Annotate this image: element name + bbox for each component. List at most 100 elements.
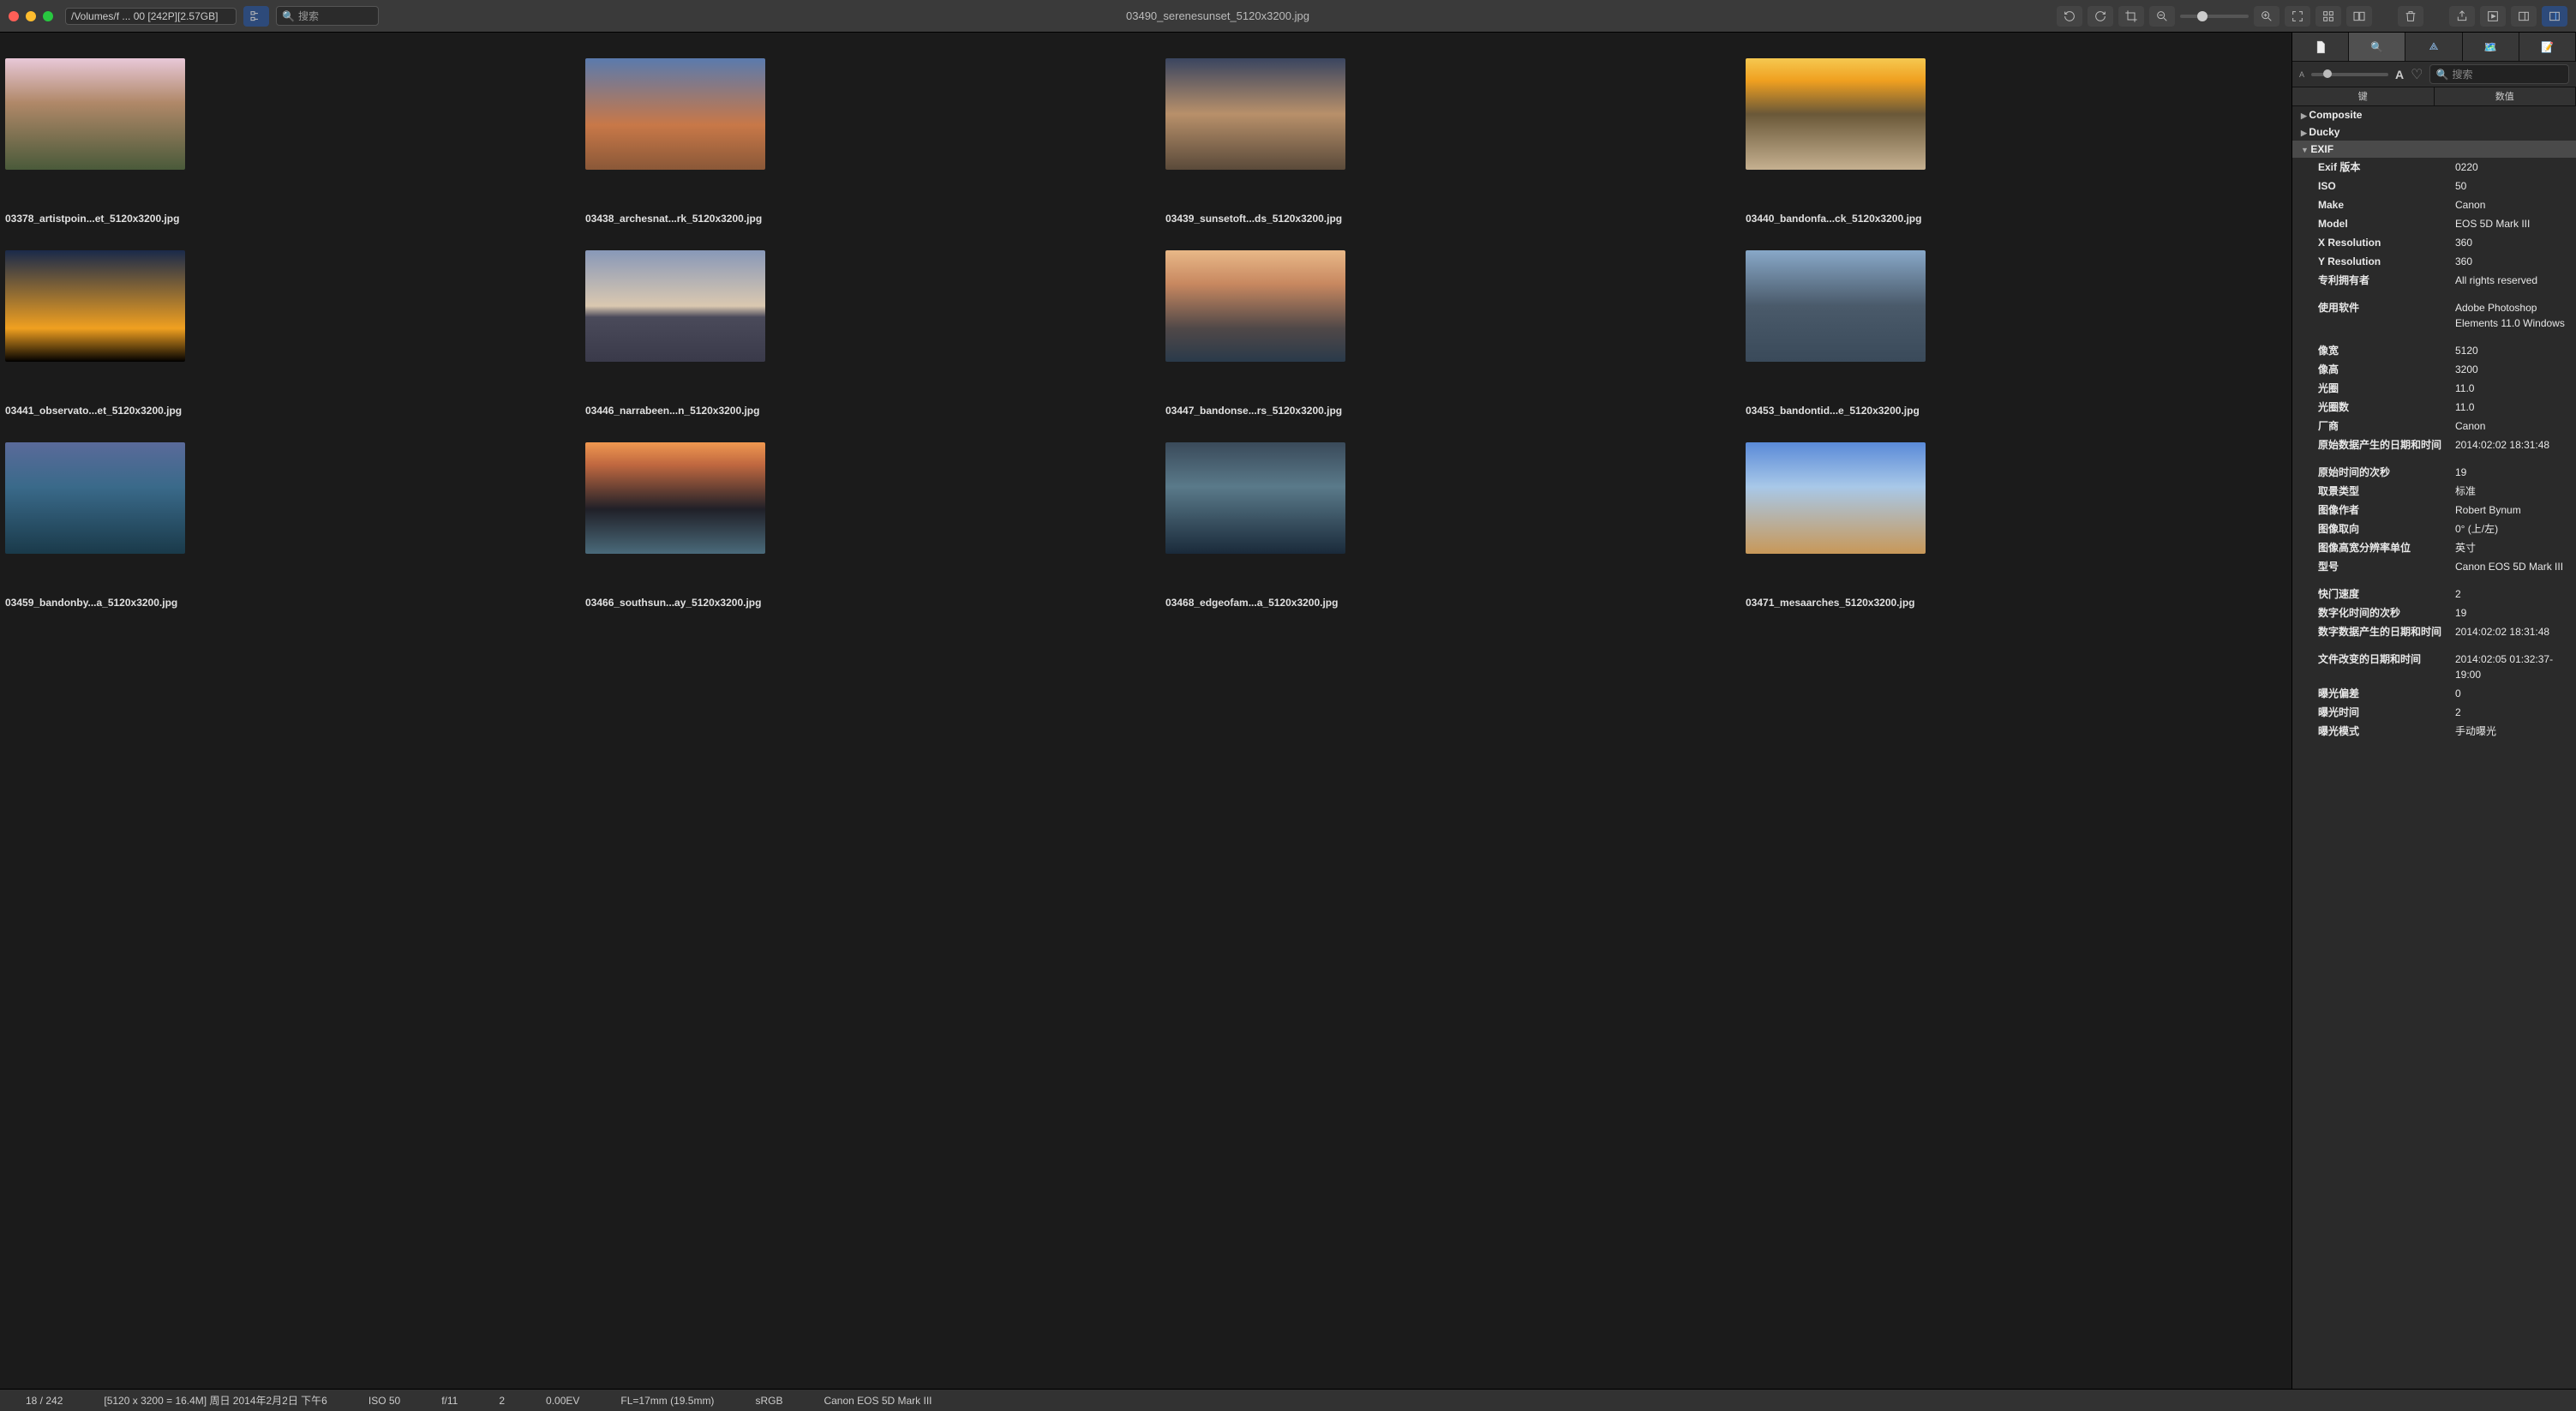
exif-row[interactable]: X Resolution360 <box>2292 233 2576 252</box>
thumbnail-cell[interactable]: 03441_observato...et_5120x3200.jpg <box>5 250 551 417</box>
rotate-ccw-button[interactable] <box>2057 6 2082 27</box>
grid-view-button[interactable] <box>2315 6 2341 27</box>
exif-row[interactable]: Y Resolution360 <box>2292 252 2576 271</box>
path-display[interactable]: /Volumes/f ... 00 [242P][2.57GB] <box>65 8 237 25</box>
exif-row[interactable]: 原始数据产生的日期和时间2014:02:02 18:31:48 <box>2292 435 2576 454</box>
inspector-toggle-button[interactable] <box>2542 6 2567 27</box>
exif-row[interactable]: 专利拥有者All rights reserved <box>2292 271 2576 290</box>
exif-row[interactable]: MakeCanon <box>2292 195 2576 214</box>
zoom-out-button[interactable] <box>2149 6 2175 27</box>
exif-row[interactable]: 快门速度2 <box>2292 585 2576 603</box>
thumbnail-cell[interactable]: 03438_archesnat...rk_5120x3200.jpg <box>585 58 1131 225</box>
exif-row[interactable]: 图像作者Robert Bynum <box>2292 501 2576 519</box>
current-filename: 03490_serenesunset_5120x3200.jpg <box>386 9 2050 22</box>
thumbnail-grid-area[interactable]: 03378_artistpoin...et_5120x3200.jpg 03438… <box>0 33 2291 1389</box>
section-ducky[interactable]: Ducky <box>2292 123 2576 141</box>
status-shutter: 2 <box>499 1395 505 1407</box>
favorite-toggle[interactable]: ♡ <box>2411 66 2423 83</box>
thumbnail-caption: 03438_archesnat...rk_5120x3200.jpg <box>585 213 1131 225</box>
thumbnail-image[interactable] <box>1746 442 1926 554</box>
thumbnail-cell[interactable]: 03459_bandonby...a_5120x3200.jpg <box>5 442 551 609</box>
exif-row[interactable]: 使用软件Adobe Photoshop Elements 11.0 Window… <box>2292 298 2576 333</box>
inspector-tab-file[interactable] <box>2292 33 2349 61</box>
thumbnail-image[interactable] <box>5 442 185 554</box>
font-size-large-label: A <box>2395 68 2404 81</box>
thumbnail-image[interactable] <box>585 58 765 170</box>
thumbnail-image[interactable] <box>1165 58 1345 170</box>
crop-button[interactable] <box>2118 6 2144 27</box>
thumbnail-image[interactable] <box>585 250 765 362</box>
exif-row[interactable]: ModelEOS 5D Mark III <box>2292 214 2576 233</box>
exif-row[interactable]: 曝光模式手动曝光 <box>2292 722 2576 741</box>
fit-button[interactable] <box>2285 6 2310 27</box>
exif-key: 使用软件 <box>2318 300 2455 331</box>
exif-row[interactable]: 图像取向0° (上/左) <box>2292 519 2576 538</box>
exif-key: 快门速度 <box>2318 586 2455 602</box>
zoom-slider-knob[interactable] <box>2197 11 2208 21</box>
thumbnail-image[interactable] <box>1746 250 1926 362</box>
thumbnail-cell[interactable]: 03466_southsun...ay_5120x3200.jpg <box>585 442 1131 609</box>
inspector-rows[interactable]: Composite Ducky EXIF Exif 版本0220ISO50Mak… <box>2292 106 2576 1389</box>
toolbar-search[interactable]: 🔍 搜索 <box>276 6 379 26</box>
thumbnail-cell[interactable]: 03439_sunsetoft...ds_5120x3200.jpg <box>1165 58 1711 225</box>
exif-row[interactable]: 取景类型标准 <box>2292 482 2576 501</box>
inspector-panel: 🔍 ⟁ 🗺️ 📝 A A ♡ 🔍 搜索 键 数值 <box>2291 33 2576 1389</box>
thumbnail-caption: 03453_bandontid...e_5120x3200.jpg <box>1746 405 2291 417</box>
inspector-tab-edit[interactable]: 📝 <box>2519 33 2576 61</box>
sidebar-toggle-button[interactable] <box>2511 6 2537 27</box>
exif-row[interactable]: 型号Canon EOS 5D Mark III <box>2292 557 2576 576</box>
thumbnail-cell[interactable]: 03378_artistpoin...et_5120x3200.jpg <box>5 58 551 225</box>
exif-row[interactable]: ISO50 <box>2292 177 2576 195</box>
exif-row[interactable]: 光圈数11.0 <box>2292 398 2576 417</box>
thumbnail-image[interactable] <box>1165 250 1345 362</box>
exif-row[interactable]: 像高3200 <box>2292 360 2576 379</box>
rotate-cw-button[interactable] <box>2088 6 2113 27</box>
exif-row[interactable]: 光圈11.0 <box>2292 379 2576 398</box>
exif-row[interactable]: 曝光偏差0 <box>2292 684 2576 703</box>
zoom-in-button[interactable] <box>2254 6 2279 27</box>
compare-button[interactable] <box>2346 6 2372 27</box>
inspector-search[interactable]: 🔍 搜索 <box>2429 64 2569 84</box>
font-size-knob[interactable] <box>2323 69 2332 78</box>
thumbnail-cell[interactable]: 03453_bandontid...e_5120x3200.jpg <box>1746 250 2291 417</box>
thumbnail-image[interactable] <box>585 442 765 554</box>
exif-row[interactable]: 文件改变的日期和时间2014:02:05 01:32:37-19:00 <box>2292 650 2576 684</box>
zoom-window-button[interactable] <box>43 11 53 21</box>
inspector-tab-map[interactable]: 🗺️ <box>2463 33 2519 61</box>
exif-row[interactable]: 图像高宽分辨率单位英寸 <box>2292 538 2576 557</box>
thumbnail-cell[interactable]: 03468_edgeofam...a_5120x3200.jpg <box>1165 442 1711 609</box>
thumbnail-image[interactable] <box>5 250 185 362</box>
exif-row[interactable]: 原始时间的次秒19 <box>2292 463 2576 482</box>
exif-row[interactable]: 厂商Canon <box>2292 417 2576 435</box>
trash-button[interactable] <box>2398 6 2423 27</box>
slideshow-button[interactable] <box>2480 6 2506 27</box>
inspector-tab-metadata[interactable]: 🔍 <box>2349 33 2405 61</box>
font-size-slider[interactable] <box>2311 73 2388 76</box>
inspector-tab-filter[interactable]: ⟁ <box>2405 33 2462 61</box>
thumbnail-image[interactable] <box>1165 442 1345 554</box>
exif-row[interactable]: 曝光时间2 <box>2292 703 2576 722</box>
status-ev: 0.00EV <box>546 1395 579 1407</box>
close-window-button[interactable] <box>9 11 19 21</box>
column-key[interactable]: 键 <box>2292 87 2435 105</box>
exif-row[interactable]: 数字数据产生的日期和时间2014:02:02 18:31:48 <box>2292 622 2576 641</box>
section-composite[interactable]: Composite <box>2292 106 2576 123</box>
exif-row[interactable]: 像宽5120 <box>2292 341 2576 360</box>
thumbnail-cell[interactable]: 03446_narrabeen...n_5120x3200.jpg <box>585 250 1131 417</box>
exif-row[interactable]: 数字化时间的次秒19 <box>2292 603 2576 622</box>
exif-value: 3200 <box>2455 362 2576 377</box>
thumbnail-cell[interactable]: 03471_mesaarches_5120x3200.jpg <box>1746 442 2291 609</box>
section-exif[interactable]: EXIF <box>2292 141 2576 158</box>
folder-tree-button[interactable] <box>243 6 269 27</box>
status-f: f/11 <box>441 1395 458 1407</box>
share-button[interactable] <box>2449 6 2475 27</box>
zoom-slider[interactable] <box>2180 15 2249 18</box>
thumbnail-image[interactable] <box>1746 58 1926 170</box>
thumbnail-image[interactable] <box>5 58 185 170</box>
thumbnail-cell[interactable]: 03447_bandonse...rs_5120x3200.jpg <box>1165 250 1711 417</box>
exif-row[interactable]: Exif 版本0220 <box>2292 158 2576 177</box>
thumbnail-cell[interactable]: 03440_bandonfa...ck_5120x3200.jpg <box>1746 58 2291 225</box>
column-value[interactable]: 数值 <box>2435 87 2576 105</box>
exif-value: 0° (上/左) <box>2455 521 2576 537</box>
minimize-window-button[interactable] <box>26 11 36 21</box>
